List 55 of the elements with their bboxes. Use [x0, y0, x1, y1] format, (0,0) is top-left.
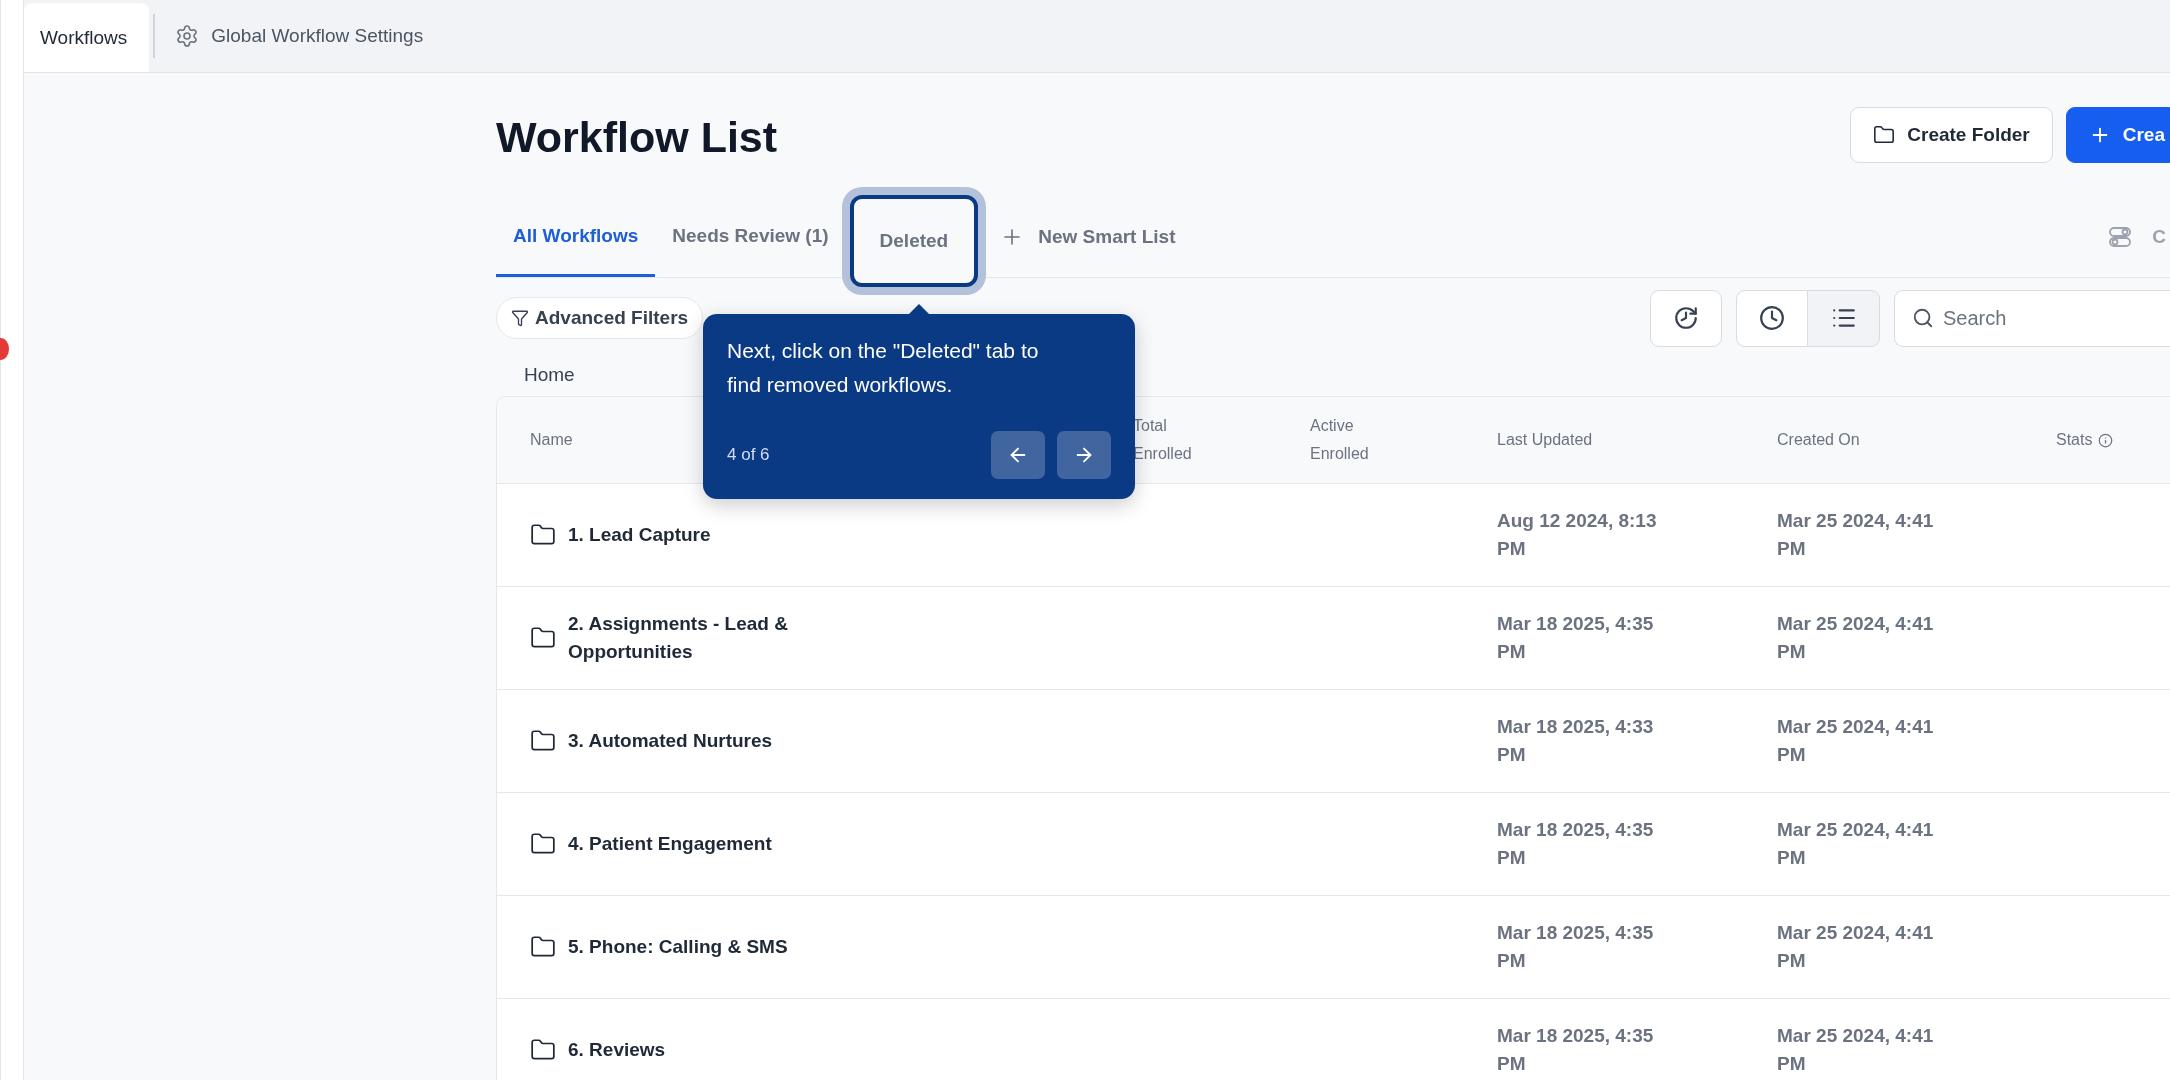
folder-icon [530, 934, 556, 960]
table-cell-text: Mar 25 2024, 4:41 PM [1777, 921, 1935, 973]
folder-icon [530, 728, 556, 754]
folder-name[interactable]: 2. Assignments - Lead & Opportunities [568, 610, 838, 666]
advanced-filters-button[interactable]: Advanced Filters [496, 297, 704, 339]
table-cell-text: Mar 25 2024, 4:41 PM [1777, 818, 1935, 870]
table-cell-text: Mar 25 2024, 4:41 PM [1777, 1024, 1935, 1076]
create-folder-button[interactable]: Create Folder [1850, 107, 2053, 163]
table-cell-text: Mar 18 2025, 4:35 PM [1497, 612, 1655, 664]
table-cell-text: Mar 18 2025, 4:35 PM [1497, 818, 1655, 870]
table-cell-text: Mar 18 2025, 4:33 PM [1497, 715, 1655, 767]
table-cell-text: Aug 12 2024, 8:13 PM [1497, 509, 1658, 561]
new-smart-list-link[interactable]: New Smart List [1038, 226, 1176, 248]
tab[interactable]: All Workflows [496, 197, 656, 277]
clock-arrow-button[interactable] [1650, 289, 1722, 347]
folder-icon [530, 625, 556, 651]
clock-icon [1759, 305, 1785, 331]
filter-icon [511, 309, 529, 327]
toggles-icon [2108, 225, 2133, 249]
previous-button[interactable] [991, 431, 1045, 479]
folder-icon [1873, 124, 1896, 146]
breadcrumb[interactable]: Home [524, 364, 575, 386]
create-button[interactable]: Crea [2065, 107, 2170, 163]
folder-icon [530, 1037, 556, 1063]
page-title: Workflow List [496, 111, 778, 162]
settings-icon [175, 24, 200, 48]
column-header: Last Updated [1497, 431, 1594, 449]
top-tab[interactable]: Global Workflow Settings [159, 0, 446, 72]
clock-arrow-icon [1673, 305, 1699, 331]
folder-name[interactable]: 5. Phone: Calling & SMS [568, 933, 788, 961]
column-header: Created On [1777, 431, 1861, 449]
folder-name[interactable]: 3. Automated Nurtures [568, 727, 773, 755]
table-cell-text: Mar 18 2025, 4:35 PM [1497, 1024, 1655, 1076]
search-icon [1912, 306, 1934, 329]
table-cell-text: Mar 25 2024, 4:41 PM [1777, 715, 1935, 767]
folder-icon [530, 522, 556, 548]
column-header: Active Enrolled [1310, 416, 1370, 464]
tab[interactable]: Needs Review (1) [655, 197, 846, 277]
top-tab[interactable]: Workflows [24, 3, 150, 72]
folder-name[interactable]: 1. Lead Capture [568, 521, 711, 549]
tooltip-text: Next, click on the "Deleted" tab to find removed workflows. [727, 338, 1040, 398]
table-cell-text: Mar 18 2025, 4:35 PM [1497, 921, 1655, 973]
list-view-button[interactable] [1808, 289, 1880, 347]
info-icon [2098, 432, 2114, 448]
step-counter: 4 of 6 [727, 445, 770, 465]
folder-name[interactable]: 6. Reviews [568, 1036, 666, 1064]
search-field[interactable]: Search [1894, 289, 2170, 347]
table-cell-text: Mar 25 2024, 4:41 PM [1777, 612, 1935, 664]
folder-name[interactable]: 4. Patient Engagement [568, 830, 772, 858]
folder-icon [530, 831, 556, 857]
table-cell-text: Mar 25 2024, 4:41 PM [1777, 509, 1935, 561]
clock-view-button[interactable] [1736, 289, 1808, 347]
column-header: Name [530, 431, 573, 449]
next-button[interactable] [1057, 431, 1111, 479]
column-header: Stats [2056, 431, 2093, 449]
